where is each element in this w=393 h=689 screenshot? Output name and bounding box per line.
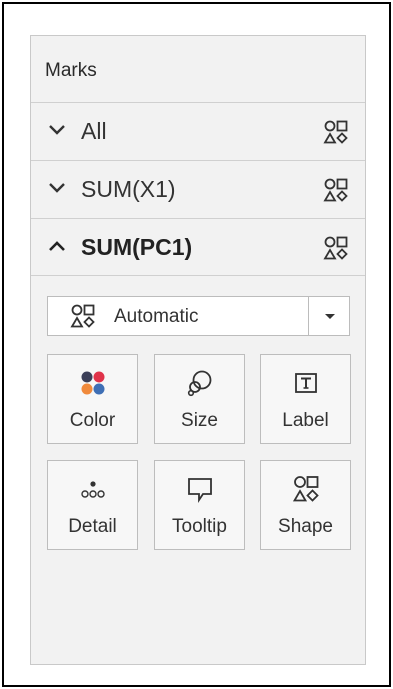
- detail-dots-icon: [80, 481, 105, 498]
- marks-row-sum-pc1[interactable]: SUM(PC1): [31, 218, 365, 276]
- marks-row-sum-x1[interactable]: SUM(X1): [31, 160, 365, 218]
- size-button-label: Size: [181, 410, 218, 431]
- marks-card: Marks All SUM(X1) SUM(PC1) Automatic Col…: [30, 35, 366, 665]
- shape-icon: [323, 236, 348, 260]
- dropdown-separator: [308, 297, 309, 335]
- mark-type-dropdown[interactable]: Automatic: [47, 296, 350, 336]
- size-button[interactable]: Size: [154, 354, 245, 444]
- marks-row-label: All: [81, 118, 107, 144]
- tooltip-speech-icon: [187, 478, 212, 503]
- label-button[interactable]: Label: [260, 354, 351, 444]
- tooltip-button-label: Tooltip: [172, 516, 227, 537]
- screenshot-frame: Marks All SUM(X1) SUM(PC1) Automatic Col…: [2, 2, 391, 687]
- label-button-label: Label: [282, 410, 329, 431]
- size-icon: [187, 370, 211, 397]
- shape-button-label: Shape: [278, 516, 333, 537]
- mark-type-value: Automatic: [114, 306, 199, 327]
- tooltip-button[interactable]: Tooltip: [154, 460, 245, 550]
- shape-icon: [292, 476, 319, 502]
- chevron-down-icon: [49, 183, 65, 193]
- shape-icon: [70, 304, 95, 328]
- color-dots-icon: [81, 371, 104, 395]
- marks-row-label: SUM(X1): [81, 176, 176, 202]
- marks-title: Marks: [45, 60, 97, 81]
- color-button-label: Color: [69, 410, 116, 431]
- dropdown-arrow-icon[interactable]: [319, 306, 341, 326]
- chevron-up-icon: [49, 241, 65, 251]
- color-button[interactable]: Color: [47, 354, 138, 444]
- shape-icon: [323, 120, 348, 144]
- detail-button[interactable]: Detail: [47, 460, 138, 550]
- marks-row-all[interactable]: All: [31, 102, 365, 160]
- shape-icon: [323, 178, 348, 202]
- label-text-icon: [294, 373, 317, 393]
- chevron-down-icon: [49, 125, 65, 135]
- detail-button-label: Detail: [68, 516, 117, 537]
- marks-row-label: SUM(PC1): [81, 234, 193, 260]
- shape-button[interactable]: Shape: [260, 460, 351, 550]
